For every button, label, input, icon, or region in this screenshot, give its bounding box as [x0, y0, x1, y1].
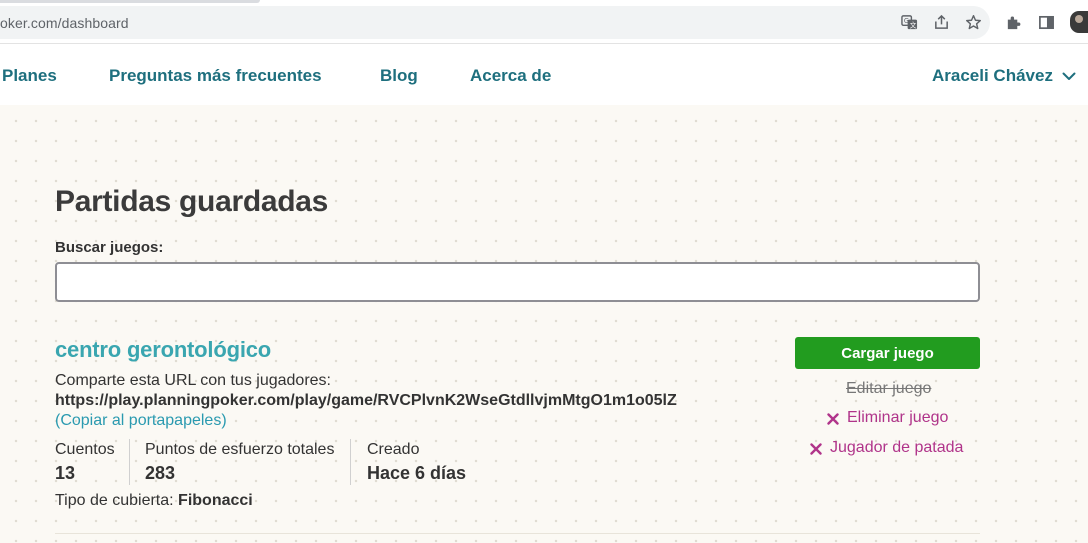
search-label: Buscar juegos: — [55, 239, 164, 256]
stat-divider — [129, 439, 130, 485]
stat-divider — [350, 439, 351, 485]
stat-value: Hace 6 días — [367, 463, 467, 483]
share-url: https://play.planningpoker.com/play/game… — [55, 392, 677, 409]
stat-created: Creado Hace 6 días — [367, 441, 466, 487]
close-icon — [827, 412, 839, 425]
deck-type: Tipo de cubierta: Fibonacci — [55, 492, 253, 510]
svg-text:文: 文 — [909, 20, 916, 29]
delete-game-link[interactable]: Eliminar juego — [827, 409, 948, 427]
divider — [55, 533, 980, 534]
close-icon — [810, 442, 822, 455]
share-instructions: Comparte esta URL con tus jugadores: — [55, 372, 331, 389]
kick-player-label: Jugador de patada — [830, 439, 964, 456]
delete-game-label: Eliminar juego — [847, 409, 949, 426]
stat-label: Puntos de esfuerzo totales — [145, 441, 335, 458]
side-panel-icon[interactable] — [1036, 12, 1056, 32]
edit-game-link[interactable]: Editar juego — [846, 380, 931, 398]
chevron-down-icon — [1061, 68, 1077, 84]
user-name: Araceli Chávez — [932, 66, 1053, 85]
active-tab-edge — [0, 0, 260, 3]
extensions-icon[interactable] — [1003, 12, 1023, 32]
nav-link-planes[interactable]: Planes — [2, 66, 57, 86]
translate-icon[interactable]: 文G — [899, 12, 919, 32]
main-content: Partidas guardadas Buscar juegos: centro… — [0, 105, 1088, 543]
address-bar-url[interactable]: oker.com/dashboard — [0, 15, 129, 31]
svg-text:G: G — [903, 16, 908, 24]
browser-toolbar: oker.com/dashboard 文G — [0, 0, 1088, 44]
game-title-link[interactable]: centro gerontológico — [55, 337, 271, 363]
stat-label: Cuentos — [55, 441, 115, 458]
deck-type-value: Fibonacci — [178, 492, 253, 509]
site-navigation: Planes Preguntas más frecuentes Blog Ace… — [0, 45, 1088, 105]
deck-type-label: Tipo de cubierta: — [55, 492, 174, 509]
stat-stories: Cuentos 13 — [55, 441, 115, 487]
share-icon[interactable] — [931, 12, 951, 32]
copy-to-clipboard-link[interactable]: (Copiar al portapapeles) — [55, 412, 227, 430]
nav-link-blog[interactable]: Blog — [380, 66, 418, 86]
stat-value: 13 — [55, 463, 76, 483]
star-icon[interactable] — [963, 12, 983, 32]
stat-value: 283 — [145, 463, 176, 483]
nav-link-about[interactable]: Acerca de — [470, 66, 551, 86]
profile-avatar[interactable] — [1070, 11, 1088, 33]
address-bar[interactable] — [0, 6, 990, 39]
nav-link-faq[interactable]: Preguntas más frecuentes — [109, 66, 322, 86]
page-title: Partidas guardadas — [55, 185, 329, 218]
stat-label: Creado — [367, 441, 420, 458]
kick-player-link[interactable]: Jugador de patada — [810, 439, 963, 457]
search-input[interactable] — [55, 262, 980, 302]
user-menu[interactable]: Araceli Chávez — [932, 66, 1077, 86]
stat-effort-points: Puntos de esfuerzo totales 283 — [145, 441, 334, 487]
load-game-button[interactable]: Cargar juego — [795, 337, 980, 369]
